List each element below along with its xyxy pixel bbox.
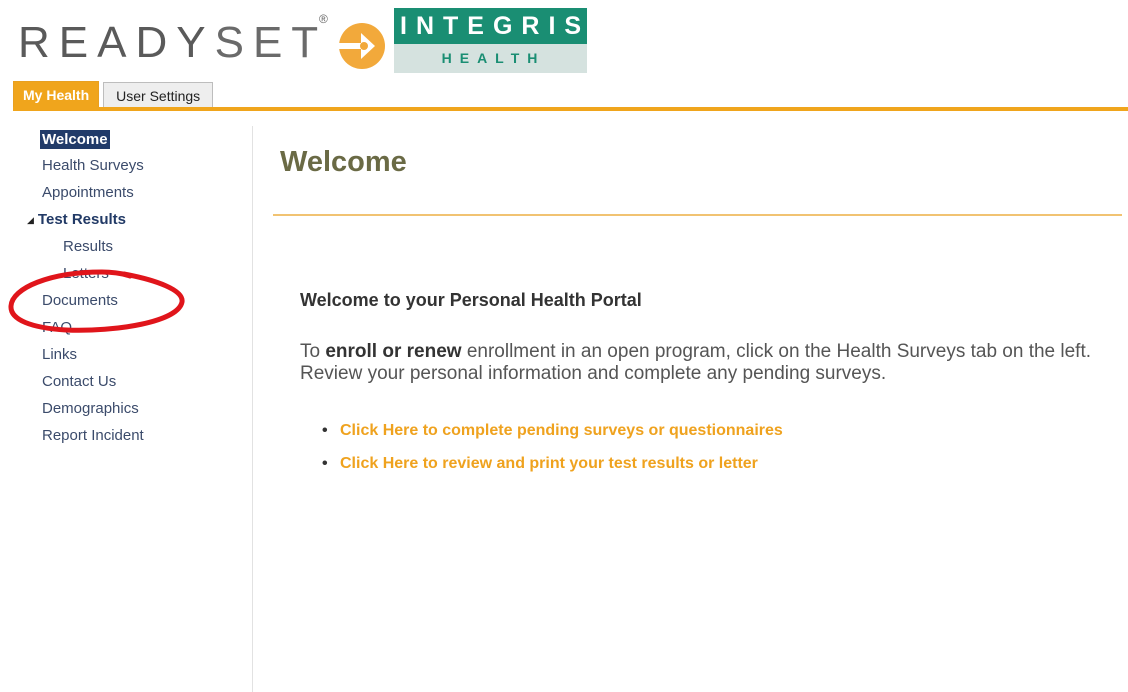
complete-surveys-link[interactable]: Click Here to complete pending surveys o… (340, 422, 783, 439)
list-item: • Click Here to complete pending surveys… (320, 421, 783, 454)
sidebar-item-documents[interactable]: Documents (42, 291, 118, 310)
readyset-arrow-icon (334, 23, 385, 69)
sidebar-item-welcome[interactable]: Welcome (40, 130, 110, 149)
list-item: • Click Here to review and print your te… (320, 454, 783, 487)
tab-user-settings[interactable]: User Settings (103, 82, 214, 108)
sidebar-item-health-surveys[interactable]: Health Surveys (42, 156, 144, 175)
sidebar-item-test-results[interactable]: ◢ Test Results (27, 210, 126, 230)
sidebar-item-appointments[interactable]: Appointments (42, 183, 134, 202)
tab-strip: My Health User Settings (13, 81, 214, 108)
integris-health-logo: INTEGRIS HEALTH (394, 8, 587, 73)
sidebar-item-demographics[interactable]: Demographics (42, 399, 139, 418)
content-divider (252, 126, 253, 692)
expand-triangle-icon: ◢ (27, 214, 34, 225)
welcome-heading: Welcome to your Personal Health Portal (300, 290, 642, 310)
portal-page: READYSET ® INTEGRIS HEALTH My Health Use… (0, 0, 1128, 692)
readyset-wordmark: READYSET (18, 18, 328, 67)
intro-emphasis: enroll or renew (325, 341, 462, 362)
bullet-icon: • (322, 422, 328, 439)
page-title: Welcome (280, 146, 407, 178)
tab-my-health[interactable]: My Health (13, 81, 100, 108)
tab-underline (13, 107, 1128, 111)
title-divider (273, 214, 1122, 216)
intro-text: To enroll or renew enrollment in an open… (300, 341, 1092, 384)
sidebar-item-results[interactable]: Results (63, 237, 113, 256)
health-wordmark: HEALTH (394, 44, 587, 73)
bullet-icon: • (322, 455, 328, 472)
registered-mark: ® (319, 12, 328, 26)
action-links: • Click Here to complete pending surveys… (320, 421, 783, 487)
sidebar-item-links[interactable]: Links (42, 345, 77, 364)
sidebar-item-faq[interactable]: FAQ (42, 318, 72, 337)
integris-wordmark: INTEGRIS (394, 8, 587, 44)
sidebar-item-report-incident[interactable]: Report Incident (42, 426, 144, 445)
sidebar-item-letters[interactable]: Letters (63, 264, 109, 283)
test-results-link[interactable]: Click Here to review and print your test… (340, 455, 758, 472)
sidebar-item-label: Test Results (37, 211, 127, 228)
sidebar-item-contact-us[interactable]: Contact Us (42, 372, 116, 391)
readyset-logo: READYSET ® (18, 12, 385, 69)
